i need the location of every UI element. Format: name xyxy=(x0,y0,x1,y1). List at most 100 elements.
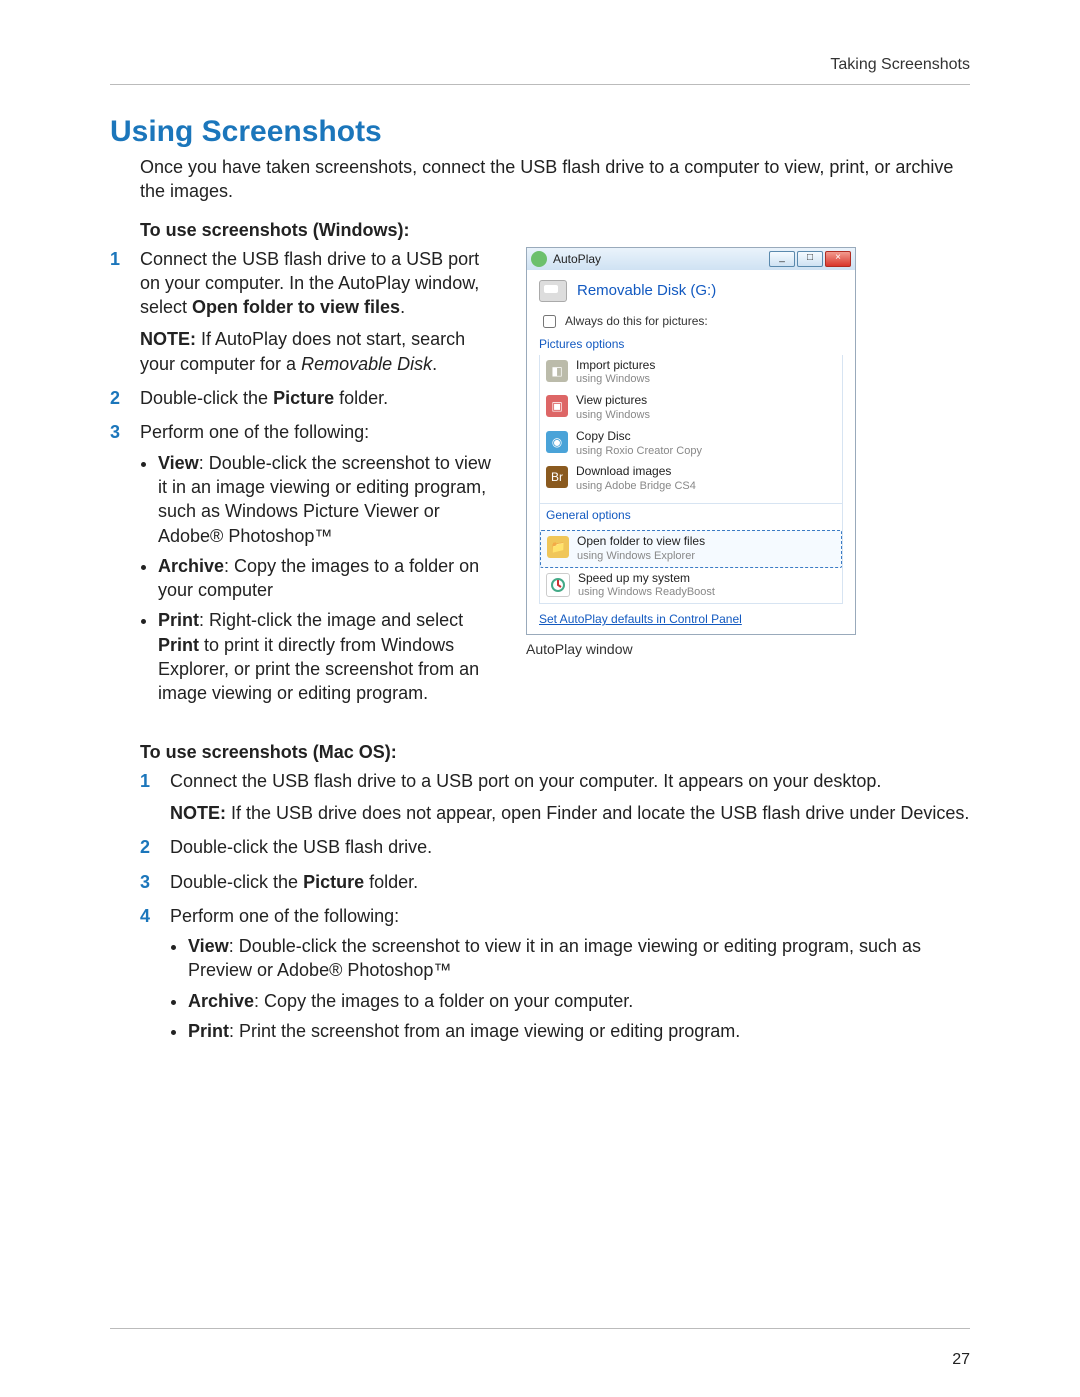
bold-text: Open folder to view files xyxy=(192,297,400,317)
windows-step-3: Perform one of the following: View: Doub… xyxy=(140,420,502,711)
option-sub: using Adobe Bridge CS4 xyxy=(576,480,696,492)
running-head: Taking Screenshots xyxy=(110,56,970,74)
pictures-options-label: Pictures options xyxy=(539,337,843,351)
bold-text: Picture xyxy=(303,872,364,892)
bullet-print: Print: Right-click the image and select … xyxy=(158,608,502,705)
text: : Double-click the screenshot to view it… xyxy=(188,936,921,980)
text: Perform one of the following: xyxy=(170,906,399,926)
mac-step-1: Connect the USB flash drive to a USB por… xyxy=(170,769,970,826)
bold-text: View xyxy=(188,936,229,956)
figure-caption: AutoPlay window xyxy=(526,641,856,657)
step-number: 2 xyxy=(140,835,160,859)
bridge-icon: Br xyxy=(546,466,568,488)
bullet-view: View: Double-click the screenshot to vie… xyxy=(188,934,970,983)
bold-text: Print xyxy=(188,1021,229,1041)
text: : Copy the images to a folder on your co… xyxy=(254,991,633,1011)
option-sub: using Roxio Creator Copy xyxy=(576,445,702,457)
folder-icon: 📁 xyxy=(547,536,569,558)
mac-step-3: Double-click the Picture folder. xyxy=(170,870,970,894)
step-number: 3 xyxy=(140,870,160,894)
option-main: Open folder to view files xyxy=(577,534,705,548)
bold-text: Archive xyxy=(158,556,224,576)
general-options-label: General options xyxy=(540,503,842,526)
mac-step-4: Perform one of the following: View: Doub… xyxy=(170,904,970,1049)
mac-steps: 1 Connect the USB flash drive to a USB p… xyxy=(140,769,970,1050)
drive-icon xyxy=(539,280,567,302)
bullet-view: View: Double-click the screenshot to vie… xyxy=(158,451,502,548)
option-sub: using Windows Explorer xyxy=(577,550,695,562)
step-number: 1 xyxy=(140,769,160,826)
bold-text: Print xyxy=(158,635,199,655)
bold-text: Print xyxy=(158,610,199,630)
autoplay-dialog: AutoPlay _ □ × Removable Disk (G:) Alway… xyxy=(526,247,856,636)
text: : Print the screenshot from an image vie… xyxy=(229,1021,740,1041)
text: Perform one of the following: xyxy=(140,422,369,442)
options-list: ◧ Import picturesusing Windows ▣ View pi… xyxy=(539,355,843,605)
page-number: 27 xyxy=(952,1351,970,1369)
device-name: Removable Disk (G:) xyxy=(577,282,716,299)
windows-note: NOTE: If AutoPlay does not start, search… xyxy=(140,327,502,376)
note-label: NOTE: xyxy=(170,803,226,823)
italic-text: Removable Disk xyxy=(301,354,432,374)
windows-subhead: To use screenshots (Windows): xyxy=(140,220,970,241)
option-main: View pictures xyxy=(576,393,647,407)
step-number: 1 xyxy=(110,247,130,376)
always-label: Always do this for pictures: xyxy=(565,314,708,328)
top-rule xyxy=(110,84,970,85)
option-main: Speed up my system xyxy=(578,571,690,585)
close-button[interactable]: × xyxy=(825,251,851,267)
step-number: 4 xyxy=(140,904,160,1049)
option-download-images[interactable]: Br Download images using Adobe Bridge CS4 xyxy=(540,461,842,497)
intro-paragraph: Once you have taken screenshots, connect… xyxy=(140,155,970,204)
view-icon: ▣ xyxy=(546,395,568,417)
text: Double-click the xyxy=(170,872,303,892)
option-sub: using Windows xyxy=(576,373,650,385)
option-import-pictures[interactable]: ◧ Import picturesusing Windows xyxy=(540,355,842,391)
windows-step-2: Double-click the Picture folder. xyxy=(140,386,502,410)
maximize-button[interactable]: □ xyxy=(797,251,823,267)
text: folder. xyxy=(334,388,388,408)
mac-step-2: Double-click the USB flash drive. xyxy=(170,835,970,859)
bullet-archive: Archive: Copy the images to a folder on … xyxy=(158,554,502,603)
minimize-button[interactable]: _ xyxy=(769,251,795,267)
option-copy-disc[interactable]: ◉ Copy Disc using Roxio Creator Copy xyxy=(540,426,842,462)
text: . xyxy=(432,354,437,374)
page-title: Using Screenshots xyxy=(110,115,970,149)
import-icon: ◧ xyxy=(546,360,568,382)
dialog-title: AutoPlay xyxy=(553,252,763,266)
option-main: Copy Disc xyxy=(576,429,631,443)
disc-icon: ◉ xyxy=(546,431,568,453)
readyboost-icon xyxy=(546,573,570,597)
option-main: Import pictures xyxy=(576,358,655,372)
page: Taking Screenshots Using Screenshots Onc… xyxy=(0,0,1080,1397)
mac-note: NOTE: If the USB drive does not appear, … xyxy=(170,801,970,825)
dialog-titlebar[interactable]: AutoPlay _ □ × xyxy=(527,248,855,270)
text: : Double-click the screenshot to view it… xyxy=(158,453,491,546)
bold-text: View xyxy=(158,453,199,473)
text: If the USB drive does not appear, open F… xyxy=(226,803,969,823)
text: Connect the USB flash drive to a USB por… xyxy=(170,771,881,791)
bold-text: Picture xyxy=(273,388,334,408)
bold-text: Archive xyxy=(188,991,254,1011)
option-main: Download images xyxy=(576,464,671,478)
option-sub: using Windows ReadyBoost xyxy=(578,586,715,598)
bullet-archive: Archive: Copy the images to a folder on … xyxy=(188,989,970,1013)
text: Double-click the xyxy=(140,388,273,408)
always-checkbox-row[interactable]: Always do this for pictures: xyxy=(539,312,843,331)
option-speed-up[interactable]: Speed up my systemusing Windows ReadyBoo… xyxy=(540,568,842,604)
step-number: 3 xyxy=(110,420,130,711)
note-label: NOTE: xyxy=(140,329,196,349)
text: : Right-click the image and select xyxy=(199,610,463,630)
bottom-rule xyxy=(110,1328,970,1329)
autoplay-defaults-link[interactable]: Set AutoPlay defaults in Control Panel xyxy=(539,612,742,626)
option-view-pictures[interactable]: ▣ View pictures using Windows xyxy=(540,390,842,426)
bullet-print: Print: Print the screenshot from an imag… xyxy=(188,1019,970,1043)
step-number: 2 xyxy=(110,386,130,410)
option-open-folder[interactable]: 📁 Open folder to view files using Windows… xyxy=(540,530,842,568)
text: folder. xyxy=(364,872,418,892)
windows-step-1: Connect the USB flash drive to a USB por… xyxy=(140,247,502,376)
windows-steps: 1 Connect the USB flash drive to a USB p… xyxy=(110,247,502,712)
option-sub: using Windows xyxy=(576,409,650,421)
text: to print it directly from Windows Explor… xyxy=(158,635,479,704)
always-checkbox[interactable] xyxy=(543,315,556,328)
